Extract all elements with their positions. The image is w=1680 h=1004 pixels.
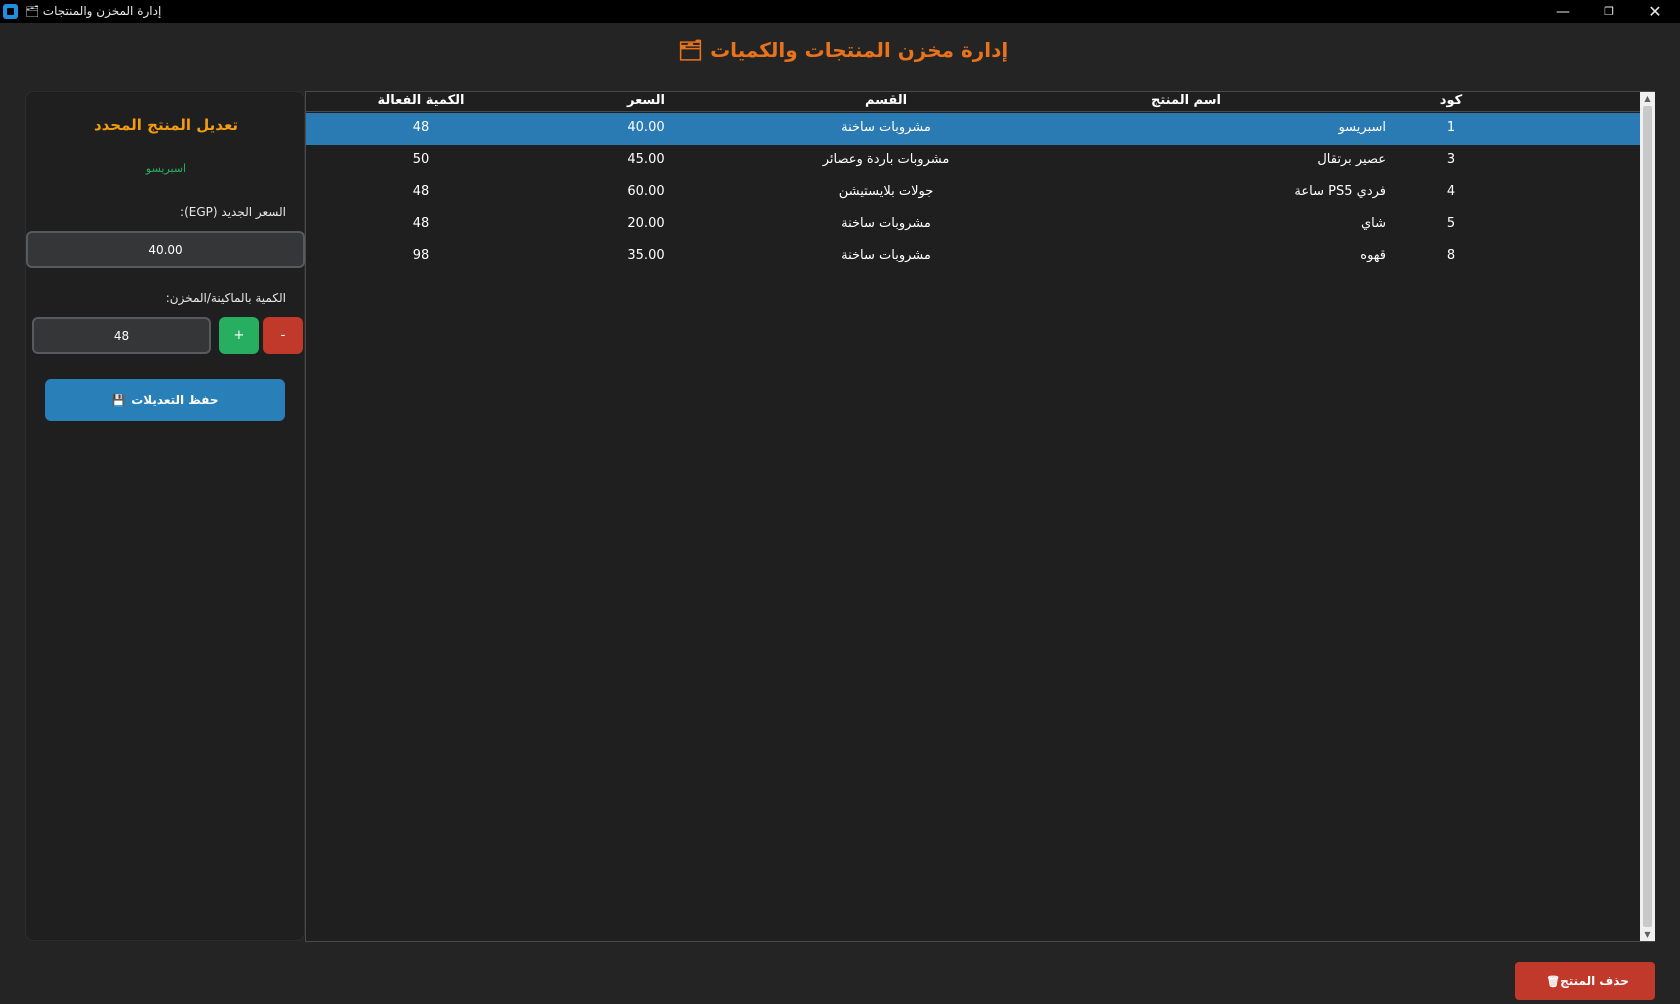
vertical-scrollbar[interactable]: ▲ ▼ xyxy=(1640,92,1655,941)
quantity-label: الكمية بالماكينة/المخزن: xyxy=(165,291,286,305)
cell-price: 40.00 xyxy=(627,120,665,135)
cell-code: 4 xyxy=(1446,184,1456,199)
selected-product-name: اسبريسو xyxy=(145,162,187,175)
cell-name: اسبريسو xyxy=(1338,120,1386,135)
table-row[interactable]: 5 شاي مشروبات ساخنة 20.00 48 xyxy=(306,209,1640,241)
cell-name: شاي xyxy=(1360,216,1386,231)
cell-category: مشروبات ساخنة xyxy=(841,216,931,231)
maximize-button[interactable]: ❐ xyxy=(1586,0,1632,23)
cell-quantity: 50 xyxy=(412,152,430,167)
column-header-quantity[interactable]: الكمية الفعالة xyxy=(316,93,526,108)
cell-price: 60.00 xyxy=(627,184,665,199)
table-row[interactable]: 1 اسبريسو مشروبات ساخنة 40.00 48 xyxy=(306,113,1640,145)
cell-code: 3 xyxy=(1446,152,1456,167)
scroll-up-arrow-icon[interactable]: ▲ xyxy=(1640,92,1655,105)
app-icon xyxy=(3,4,18,19)
window-title-text: إدارة المخزن والمنتجات xyxy=(42,4,162,18)
page-title: إدارة مخزن المنتجات والكميات 🗂 xyxy=(0,38,1680,62)
page-title-text: إدارة مخزن المنتجات والكميات xyxy=(710,38,1009,62)
cell-category: جولات بلايستيشن xyxy=(838,184,934,199)
cell-price: 35.00 xyxy=(627,248,665,263)
column-header-name[interactable]: اسم المنتج xyxy=(1086,93,1286,108)
cell-quantity: 98 xyxy=(412,248,430,263)
close-button[interactable]: ✕ xyxy=(1632,0,1678,23)
edit-panel-title: تعديل المنتج المحدد xyxy=(93,116,239,134)
cell-name: فردي PS5 ساعة xyxy=(1294,184,1386,199)
delete-product-label: حذف المنتج xyxy=(1560,974,1629,988)
box-icon: 🗂 xyxy=(677,38,704,62)
cell-category: مشروبات باردة وعصائر xyxy=(822,152,950,167)
cell-code: 8 xyxy=(1446,248,1456,263)
edit-panel: تعديل المنتج المحدد اسبريسو السعر الجديد… xyxy=(25,91,305,941)
decrease-quantity-button[interactable]: - xyxy=(263,317,303,354)
scroll-thumb[interactable] xyxy=(1643,106,1652,927)
products-table: كود اسم المنتج القسم السعر الكمية الفعال… xyxy=(305,91,1655,942)
price-input[interactable] xyxy=(26,231,305,268)
floppy-disk-icon: 💾 xyxy=(111,393,126,407)
table-header: كود اسم المنتج القسم السعر الكمية الفعال… xyxy=(306,92,1640,112)
column-header-code[interactable]: كود xyxy=(1406,93,1496,108)
scroll-down-arrow-icon[interactable]: ▼ xyxy=(1640,928,1655,941)
trash-icon: 🗑 xyxy=(1546,974,1561,988)
cell-quantity: 48 xyxy=(412,184,430,199)
minimize-button[interactable]: — xyxy=(1540,0,1586,23)
cell-category: مشروبات ساخنة xyxy=(841,248,931,263)
delete-product-button[interactable]: حذف المنتج 🗑 xyxy=(1515,962,1655,1000)
window-title: إدارة المخزن والمنتجات 🗂 xyxy=(22,4,161,18)
cell-quantity: 48 xyxy=(412,120,430,135)
price-label: السعر الجديد (EGP): xyxy=(180,205,286,219)
cell-name: عصير برتقال xyxy=(1317,152,1386,167)
cell-code: 1 xyxy=(1446,120,1456,135)
table-row[interactable]: 3 عصير برتقال مشروبات باردة وعصائر 45.00… xyxy=(306,145,1640,177)
cell-name: قهوه xyxy=(1360,248,1386,263)
table-row[interactable]: 4 فردي PS5 ساعة جولات بلايستيشن 60.00 48 xyxy=(306,177,1640,209)
cell-code: 5 xyxy=(1446,216,1456,231)
window-title-icon: 🗂 xyxy=(25,5,39,18)
column-header-category[interactable]: القسم xyxy=(786,93,986,108)
cell-quantity: 48 xyxy=(412,216,430,231)
title-bar: إدارة المخزن والمنتجات 🗂 — ❐ ✕ xyxy=(0,0,1680,23)
save-changes-label: حفظ التعديلات xyxy=(131,393,219,407)
save-changes-button[interactable]: حفظ التعديلات 💾 xyxy=(45,379,285,421)
quantity-input[interactable] xyxy=(32,317,211,354)
cell-price: 45.00 xyxy=(627,152,665,167)
table-row[interactable]: 8 قهوه مشروبات ساخنة 35.00 98 xyxy=(306,241,1640,273)
column-header-price[interactable]: السعر xyxy=(556,93,736,108)
increase-quantity-button[interactable]: + xyxy=(219,317,259,354)
cell-category: مشروبات ساخنة xyxy=(841,120,931,135)
cell-price: 20.00 xyxy=(627,216,665,231)
